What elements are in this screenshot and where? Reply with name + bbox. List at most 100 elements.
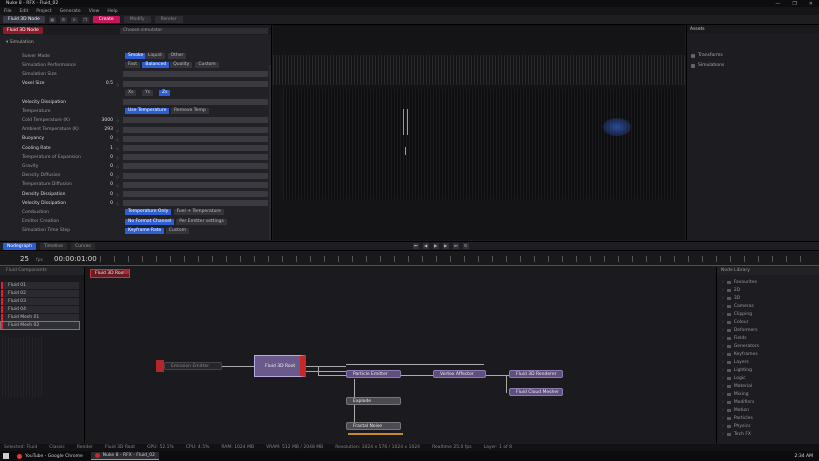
param-value[interactable]: 0: [95, 164, 113, 169]
library-item[interactable]: › Generators: [722, 344, 759, 349]
segment-option[interactable]: Custom: [195, 62, 219, 69]
close-icon[interactable]: [124, 269, 129, 274]
vortex-affector-node[interactable]: Vortex Affector: [433, 370, 486, 378]
segment-option[interactable]: Balanced: [142, 62, 170, 69]
param-slider[interactable]: [123, 172, 268, 179]
param-slider[interactable]: [123, 163, 268, 170]
skip-end-icon[interactable]: ⏭: [452, 243, 459, 249]
segment-option[interactable]: Quality: [170, 62, 193, 69]
keyframe-icon[interactable]: ◇: [116, 192, 120, 197]
step-back-icon[interactable]: ◀: [422, 243, 429, 249]
segment-option[interactable]: Keyframe Rate: [125, 227, 165, 234]
document-tab[interactable]: Fluid 3D Node: [3, 16, 45, 23]
library-item[interactable]: › Favourites: [722, 280, 757, 285]
taskbar-item-chrome[interactable]: YouTube - Google Chrome: [13, 453, 87, 460]
node-graph[interactable]: Fluid 3D Root Emission Emitter Fluid 3D …: [86, 267, 715, 443]
frame-number[interactable]: 25: [20, 255, 29, 263]
param-value[interactable]: 0: [95, 173, 113, 178]
param-value[interactable]: 293: [95, 127, 113, 132]
step-forward-icon[interactable]: ▶: [442, 243, 449, 249]
segment-option[interactable]: Use Temperature: [125, 108, 170, 115]
library-item[interactable]: › Material: [722, 384, 752, 389]
play-icon[interactable]: ▶: [432, 243, 439, 249]
tab-timeline[interactable]: Timeline: [39, 242, 68, 250]
simulator-select[interactable]: Choose simulator: [120, 28, 268, 34]
keyframe-icon[interactable]: ◇: [116, 155, 120, 160]
segment-option[interactable]: No Format Channel: [125, 218, 175, 225]
loop-icon[interactable]: ↻: [462, 243, 469, 249]
param-value[interactable]: 0: [95, 192, 113, 197]
tab-nodegraph[interactable]: Nodegraph: [3, 242, 36, 250]
menu-view[interactable]: View: [89, 9, 100, 14]
windows-logo-icon[interactable]: [3, 453, 9, 459]
copy-icon[interactable]: ❐: [81, 16, 89, 23]
keyframe-icon[interactable]: ◇: [116, 137, 120, 142]
param-slider[interactable]: [123, 99, 268, 105]
library-item[interactable]: › Mixing: [722, 392, 749, 397]
taskbar-item-nuke[interactable]: Nuke 8 - RFX - Fluid_02: [90, 452, 160, 460]
keyframe-icon[interactable]: ◇: [116, 164, 120, 169]
library-item[interactable]: › Lighting: [722, 368, 752, 373]
viewer-panel[interactable]: [273, 25, 685, 240]
close-button[interactable]: ✕: [809, 1, 813, 7]
trash-icon[interactable]: ✕: [70, 16, 78, 23]
keyframe-icon[interactable]: ◇: [116, 128, 120, 133]
menu-help[interactable]: Help: [107, 9, 117, 14]
keyframe-icon[interactable]: ◇: [116, 118, 120, 123]
segment-option[interactable]: Temperature Only: [125, 209, 172, 216]
param-slider[interactable]: [123, 80, 268, 87]
keyframe-icon[interactable]: ◇: [116, 174, 120, 179]
library-item[interactable]: › Deformers: [722, 328, 758, 333]
library-item[interactable]: › 3D: [722, 296, 740, 301]
fluid-renderer-node[interactable]: Fluid 3D Renderer: [509, 370, 563, 378]
menu-edit[interactable]: Edit: [20, 9, 29, 14]
segment-option[interactable]: Ys: [142, 89, 154, 96]
render-pill[interactable]: Render: [154, 16, 183, 23]
param-slider[interactable]: [123, 117, 268, 124]
fluid-root-node[interactable]: Fluid 3D Root: [254, 355, 306, 377]
param-value[interactable]: 0: [95, 182, 113, 187]
skip-start-icon[interactable]: ⏮: [412, 243, 419, 249]
emission-emitter-node[interactable]: Emission Emitter: [164, 362, 222, 370]
library-item[interactable]: › Motion: [722, 408, 749, 413]
fractal-noise-node[interactable]: Fractal Noise: [346, 422, 401, 430]
explode-node[interactable]: Explode: [346, 397, 401, 405]
layer-item[interactable]: Fluid 02: [1, 290, 79, 297]
particle-emitter-node[interactable]: Particle Emitter: [346, 370, 401, 378]
param-slider[interactable]: [123, 135, 268, 142]
library-item[interactable]: › Modifiers: [722, 400, 754, 405]
keyframe-icon[interactable]: ◇: [116, 146, 120, 151]
segment-option[interactable]: Other: [167, 53, 187, 59]
viewer-canvas[interactable]: [283, 89, 678, 199]
fluid-mesher-node[interactable]: Fluid Cloud Mesher: [509, 388, 563, 396]
param-value[interactable]: 0: [95, 155, 113, 160]
library-item[interactable]: › Particles: [722, 416, 753, 421]
segment-option[interactable]: Liquid: [145, 53, 165, 59]
grid-icon[interactable]: ▦: [48, 16, 56, 23]
layer-item[interactable]: Fluid 04: [1, 306, 79, 313]
param-slider[interactable]: [123, 181, 268, 188]
param-slider[interactable]: [123, 200, 268, 207]
menu-project[interactable]: Project: [36, 9, 51, 14]
layer-item-selected[interactable]: Fluid Mesh 02: [0, 321, 80, 330]
param-value[interactable]: 1: [95, 146, 113, 151]
param-slider[interactable]: [123, 191, 268, 197]
menu-generate[interactable]: Generate: [60, 9, 81, 14]
modify-pill[interactable]: Modify: [123, 16, 151, 23]
segment-option[interactable]: Custom: [165, 227, 190, 234]
inspector-scrollbar[interactable]: [269, 65, 271, 240]
param-value[interactable]: 3000: [95, 118, 113, 123]
segment-option[interactable]: Xs: [125, 89, 137, 96]
param-value[interactable]: 0: [95, 201, 113, 206]
timecode[interactable]: 00:00:01:00: [54, 255, 97, 263]
segment-option[interactable]: Remove Temp: [171, 108, 209, 115]
segment-option[interactable]: Fast: [125, 62, 141, 69]
minimize-button[interactable]: —: [775, 1, 780, 7]
library-item[interactable]: › Physics: [722, 424, 750, 429]
param-slider[interactable]: [123, 126, 268, 133]
library-item[interactable]: › Layers: [722, 360, 749, 365]
asset-item[interactable]: Simulations: [691, 63, 724, 68]
layer-item[interactable]: Fluid 03: [1, 298, 79, 305]
node-badge[interactable]: Fluid 3D Node: [3, 26, 43, 34]
library-item[interactable]: › Colour: [722, 320, 748, 325]
